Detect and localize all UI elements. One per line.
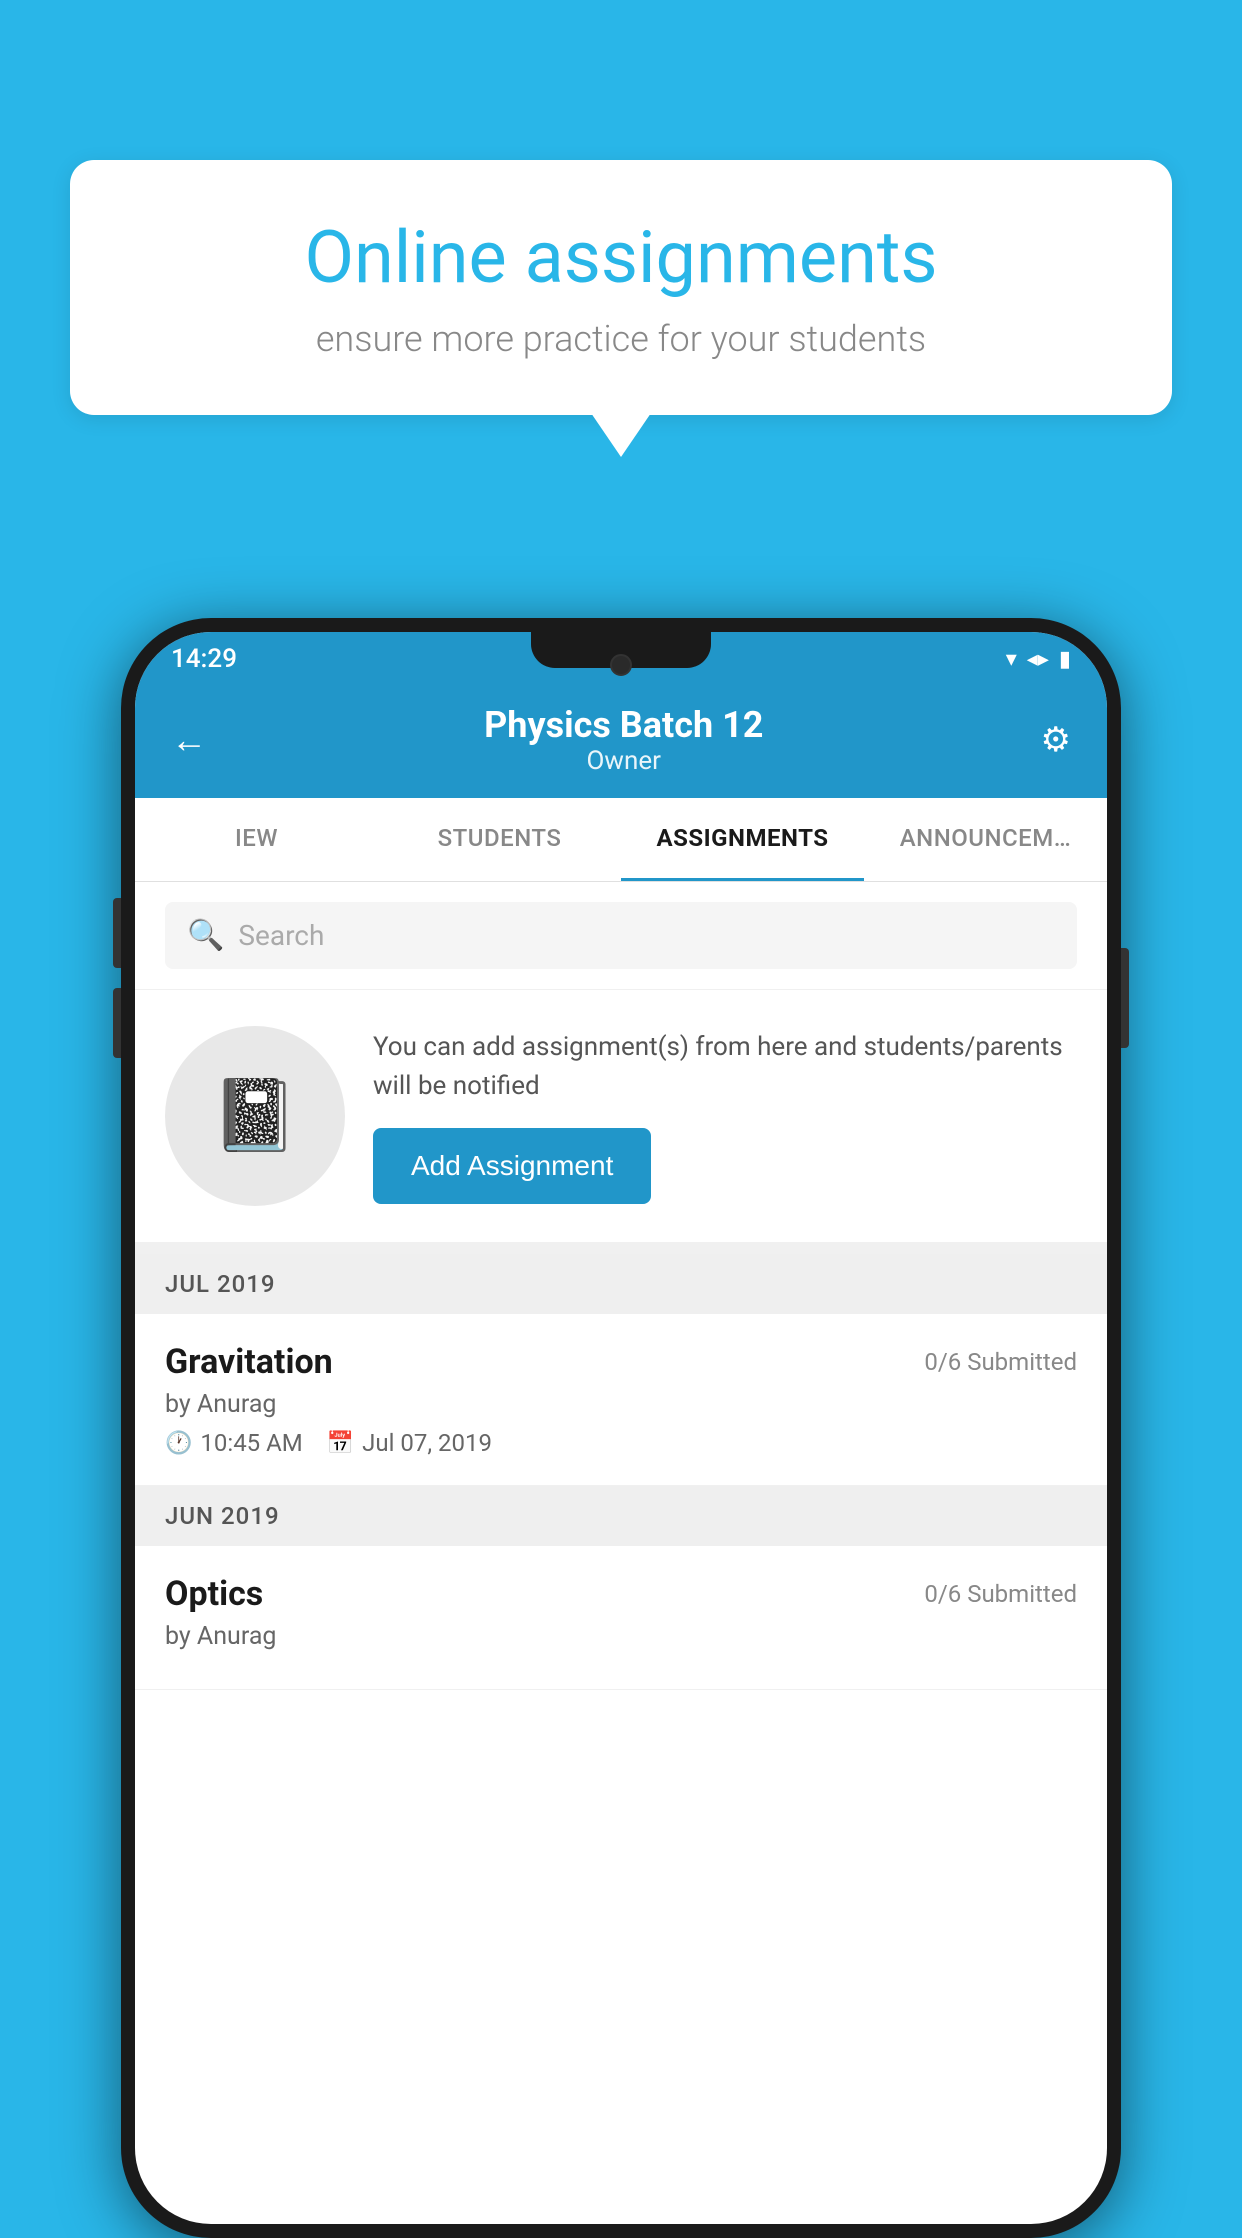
tab-iew[interactable]: IEW: [135, 798, 378, 881]
signal-icon: ◂▸: [1027, 647, 1049, 672]
vol-up-button: [113, 898, 121, 968]
status-time: 14:29: [171, 644, 237, 674]
speech-bubble-container: Online assignments ensure more practice …: [70, 160, 1172, 415]
header-center: Physics Batch 12 Owner: [484, 704, 763, 776]
speech-bubble-title: Online assignments: [130, 215, 1112, 300]
header-title: Physics Batch 12: [484, 704, 763, 746]
header-subtitle: Owner: [484, 746, 763, 776]
phone-frame: 14:29 ▾ ◂▸ ▮ ← Physics Batch 12 Owner ⚙ …: [121, 618, 1121, 2238]
battery-icon: ▮: [1059, 647, 1071, 672]
promo-text: You can add assignment(s) from here and …: [373, 1028, 1077, 1106]
assignment-date: Jul 07, 2019: [362, 1429, 492, 1457]
clock-icon: 🕐: [165, 1431, 192, 1456]
assignment-name: Gravitation: [165, 1342, 333, 1382]
search-input-wrap[interactable]: 🔍 Search: [165, 902, 1077, 969]
assignment-submitted: 0/6 Submitted: [924, 1348, 1077, 1376]
meta-date: 📅 Jul 07, 2019: [327, 1429, 492, 1457]
assignment-submitted-optics: 0/6 Submitted: [924, 1580, 1077, 1608]
tab-students[interactable]: STUDENTS: [378, 798, 621, 881]
status-icons: ▾ ◂▸ ▮: [1006, 647, 1071, 672]
assignment-item-gravitation[interactable]: Gravitation 0/6 Submitted by Anurag 🕐 10…: [135, 1314, 1107, 1486]
section-header-jun: JUN 2019: [135, 1486, 1107, 1546]
phone-screen: 14:29 ▾ ◂▸ ▮ ← Physics Batch 12 Owner ⚙ …: [135, 632, 1107, 2224]
phone-notch: [531, 632, 711, 668]
assignment-row1: Gravitation 0/6 Submitted: [165, 1342, 1077, 1382]
back-button[interactable]: ←: [171, 719, 207, 761]
assignment-name-optics: Optics: [165, 1574, 263, 1614]
notebook-icon: 📓: [211, 1075, 298, 1157]
promo-icon-circle: 📓: [165, 1026, 345, 1206]
search-placeholder: Search: [238, 919, 324, 952]
tabs-container: IEW STUDENTS ASSIGNMENTS ANNOUNCEM…: [135, 798, 1107, 882]
wifi-icon: ▾: [1006, 647, 1017, 672]
section-header-jul: JUL 2019: [135, 1254, 1107, 1314]
search-bar: 🔍 Search: [135, 882, 1107, 990]
assignment-time: 10:45 AM: [200, 1429, 302, 1457]
assignment-promo: 📓 You can add assignment(s) from here an…: [135, 990, 1107, 1254]
assignment-by: by Anurag: [165, 1390, 1077, 1419]
app-header: ← Physics Batch 12 Owner ⚙: [135, 686, 1107, 798]
assignment-item-optics[interactable]: Optics 0/6 Submitted by Anurag: [135, 1546, 1107, 1690]
tab-assignments[interactable]: ASSIGNMENTS: [621, 798, 864, 881]
camera-icon: [610, 654, 632, 676]
speech-bubble: Online assignments ensure more practice …: [70, 160, 1172, 415]
assignment-meta: 🕐 10:45 AM 📅 Jul 07, 2019: [165, 1429, 1077, 1457]
tab-announcements[interactable]: ANNOUNCEM…: [864, 798, 1107, 881]
promo-content: You can add assignment(s) from here and …: [373, 1028, 1077, 1204]
settings-button[interactable]: ⚙: [1041, 720, 1071, 760]
calendar-icon: 📅: [327, 1431, 354, 1456]
assignment-row1-optics: Optics 0/6 Submitted: [165, 1574, 1077, 1614]
add-assignment-button[interactable]: Add Assignment: [373, 1128, 651, 1204]
assignment-by-optics: by Anurag: [165, 1622, 1077, 1651]
vol-down-button: [113, 988, 121, 1058]
power-button: [1121, 948, 1129, 1048]
meta-time: 🕐 10:45 AM: [165, 1429, 303, 1457]
speech-bubble-subtitle: ensure more practice for your students: [130, 318, 1112, 360]
search-icon: 🔍: [187, 918, 224, 953]
